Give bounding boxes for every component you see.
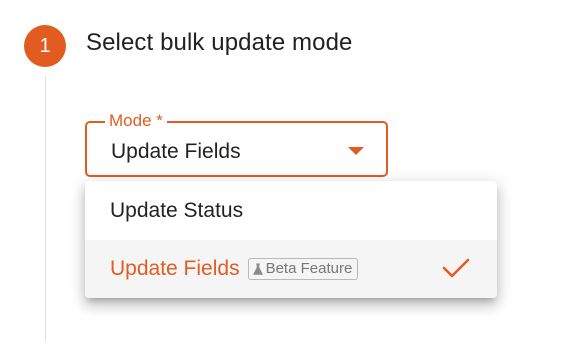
step-number: 1 [39, 34, 51, 57]
mode-select-value: Update Fields [111, 140, 241, 163]
beta-feature-label: Beta Feature [265, 260, 353, 277]
mode-select[interactable]: Mode * Update Fields [85, 111, 388, 177]
dropdown-arrow-icon[interactable] [348, 147, 364, 155]
step-number-badge: 1 [24, 25, 66, 67]
flask-icon [252, 263, 263, 275]
step-connector-line [45, 76, 46, 342]
mode-select-label: Mode * [105, 111, 167, 131]
beta-feature-badge: Beta Feature [247, 258, 359, 280]
checkmark-icon [442, 258, 470, 278]
menu-option-update-fields[interactable]: Update Fields Beta Feature [85, 240, 497, 298]
step-title: Select bulk update mode [86, 29, 353, 56]
menu-option-label: Update Fields [110, 257, 240, 280]
mode-dropdown-menu: Update Status Update Fields Beta Feature [85, 181, 497, 298]
menu-option-update-status[interactable]: Update Status [85, 182, 497, 240]
menu-option-label: Update Status [110, 199, 244, 222]
bulk-update-wizard: 1 Select bulk update mode Mode * Update … [0, 0, 564, 345]
